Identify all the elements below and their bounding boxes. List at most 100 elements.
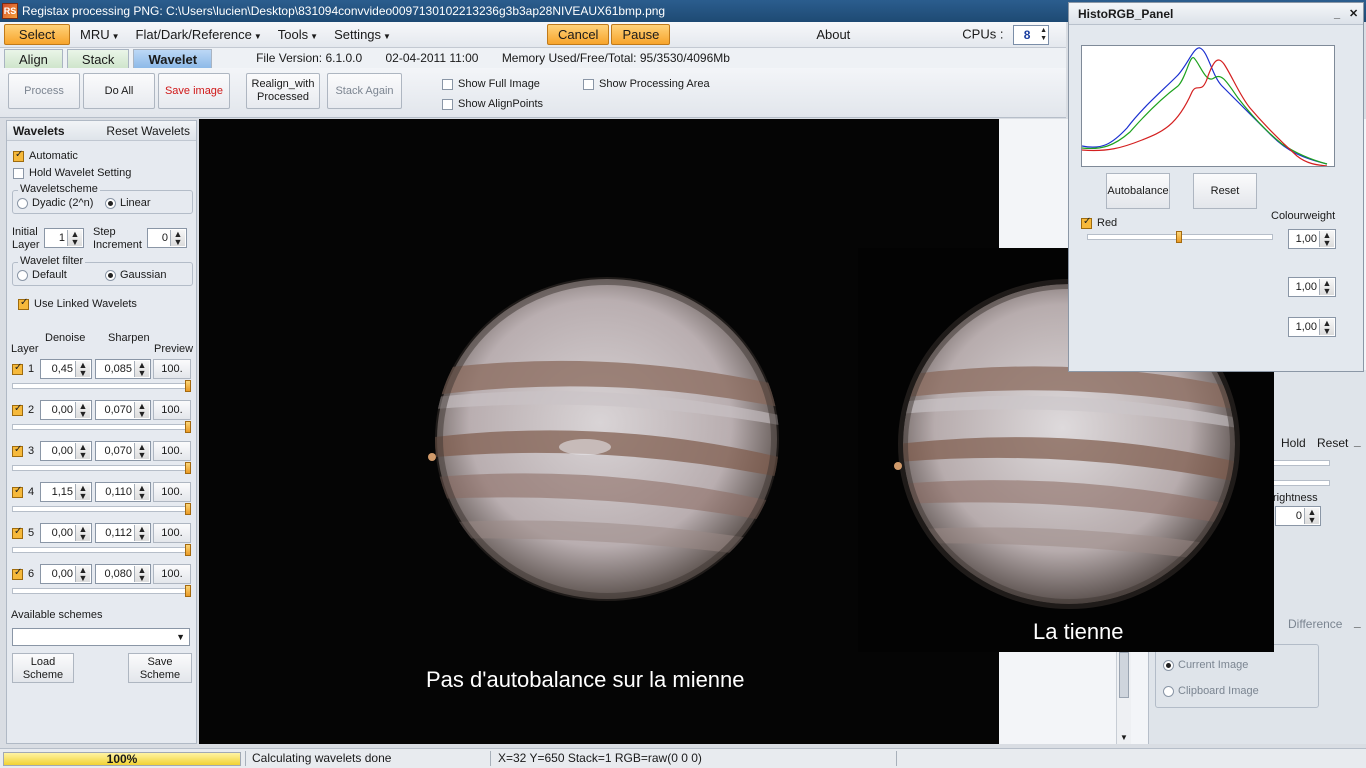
- sharpen-spinner[interactable]: 0,085 ▲ ▼: [95, 359, 151, 379]
- layer-6-toggle[interactable]: 6: [12, 567, 34, 580]
- sharpen-spinner[interactable]: 0,112 ▲ ▼: [95, 523, 151, 543]
- tab-stack[interactable]: Stack: [66, 49, 130, 68]
- histo-reset-button[interactable]: Reset: [1193, 173, 1257, 209]
- default-filter-option[interactable]: Default: [17, 269, 67, 281]
- spin-arrows-icon[interactable]: ▲ ▼: [67, 230, 82, 247]
- spin-arrows-icon[interactable]: ▲ ▼: [170, 230, 185, 247]
- slider-knob[interactable]: [185, 462, 191, 474]
- layer-1-toggle[interactable]: 1: [12, 362, 34, 375]
- cpus-spinner[interactable]: 8 ▲ ▼: [1013, 24, 1050, 45]
- denoise-spinner[interactable]: 1,15 ▲ ▼: [40, 482, 92, 502]
- layer-2-toggle[interactable]: 2: [12, 403, 34, 416]
- use-linked-wavelets-checkbox[interactable]: [18, 297, 29, 310]
- denoise-spinner[interactable]: 0,00 ▲ ▼: [40, 400, 92, 420]
- dyadic-option[interactable]: Dyadic (2^n): [17, 197, 93, 209]
- sharpen-spinner[interactable]: 0,110 ▲ ▼: [95, 482, 151, 502]
- colourweight-spinner-2[interactable]: 1,00 ▲ ▼: [1288, 277, 1336, 297]
- colourweight-spinner-3[interactable]: 1,00 ▲ ▼: [1288, 317, 1336, 337]
- clipboard-image-option[interactable]: Clipboard Image: [1163, 685, 1259, 697]
- right-slider-2[interactable]: [1272, 480, 1330, 486]
- right-slider-1[interactable]: [1272, 460, 1330, 466]
- save-image-button[interactable]: Save image: [158, 73, 230, 109]
- sharpen-spinner[interactable]: 0,080 ▲ ▼: [95, 564, 151, 584]
- cancel-button[interactable]: Cancel: [546, 24, 610, 45]
- spin-arrows-icon[interactable]: ▲ ▼: [1319, 319, 1334, 336]
- load-scheme-button[interactable]: Load Scheme: [12, 653, 74, 683]
- vertical-scrollbar[interactable]: ▼: [1116, 640, 1131, 744]
- about-menu[interactable]: About: [808, 25, 858, 44]
- show-alignpoints-option[interactable]: Show AlignPoints: [442, 98, 543, 110]
- step-increment-spinner[interactable]: 0 ▲ ▼: [147, 228, 187, 248]
- layer-3-toggle[interactable]: 3: [12, 444, 34, 457]
- spin-arrows-icon[interactable]: ▲ ▼: [134, 566, 149, 583]
- slider-knob[interactable]: [185, 544, 191, 556]
- spin-arrows-icon[interactable]: ▲ ▼: [134, 361, 149, 378]
- layer-checkbox[interactable]: [12, 567, 23, 580]
- preview-button[interactable]: 100.: [153, 400, 191, 420]
- menu-settings[interactable]: Settings ▼: [326, 25, 399, 44]
- colourweight-spinner-1[interactable]: 1,00 ▲ ▼: [1288, 229, 1336, 249]
- show-alignpoints-checkbox[interactable]: [442, 98, 453, 110]
- layer-checkbox[interactable]: [12, 526, 23, 539]
- default-filter-radio[interactable]: [17, 269, 28, 281]
- automatic-checkbox[interactable]: [13, 149, 24, 162]
- slider-knob[interactable]: [185, 380, 191, 392]
- select-button[interactable]: Select: [4, 24, 70, 45]
- slider-knob[interactable]: [1176, 231, 1182, 243]
- spin-arrows-icon[interactable]: ▲ ▼: [134, 484, 149, 501]
- layer-slider[interactable]: [12, 462, 191, 474]
- current-image-option[interactable]: Current Image: [1163, 659, 1248, 671]
- layer-checkbox[interactable]: [12, 485, 23, 498]
- spin-arrows-icon[interactable]: ▲ ▼: [1304, 508, 1319, 525]
- spin-arrows-icon[interactable]: ▲ ▼: [75, 484, 90, 501]
- realign-button[interactable]: Realign_with Processed: [246, 73, 320, 109]
- automatic-option[interactable]: Automatic: [13, 149, 78, 162]
- spin-arrows-icon[interactable]: ▲ ▼: [134, 402, 149, 419]
- spin-arrows-icon[interactable]: ▲ ▼: [75, 566, 90, 583]
- available-schemes-dropdown[interactable]: ▼: [12, 628, 190, 646]
- show-full-image-option[interactable]: Show Full Image: [442, 78, 540, 90]
- do-all-button[interactable]: Do All: [83, 73, 155, 109]
- menu-mru[interactable]: MRU ▼: [72, 25, 128, 44]
- tab-align[interactable]: Align: [4, 49, 63, 68]
- linear-option[interactable]: Linear: [105, 197, 151, 209]
- show-full-image-checkbox[interactable]: [442, 78, 453, 90]
- menu-tools[interactable]: Tools ▼: [270, 25, 326, 44]
- stack-again-button[interactable]: Stack Again: [327, 73, 402, 109]
- minimize-icon[interactable]: _: [1334, 3, 1340, 25]
- use-linked-wavelets-option[interactable]: Use Linked Wavelets: [18, 297, 137, 310]
- slider-knob[interactable]: [185, 585, 191, 597]
- red-channel-slider[interactable]: [1087, 231, 1273, 243]
- spin-arrows-icon[interactable]: ▲ ▼: [1319, 231, 1334, 248]
- layer-slider[interactable]: [12, 544, 191, 556]
- layer-4-toggle[interactable]: 4: [12, 485, 34, 498]
- denoise-spinner[interactable]: 0,00 ▲ ▼: [40, 441, 92, 461]
- spin-arrows-icon[interactable]: ▲ ▼: [1319, 279, 1334, 296]
- preview-button[interactable]: 100.: [153, 359, 191, 379]
- layer-5-toggle[interactable]: 5: [12, 526, 34, 539]
- layer-checkbox[interactable]: [12, 403, 23, 416]
- minimize-icon[interactable]: _: [1354, 615, 1361, 629]
- spin-arrows-icon[interactable]: ▲ ▼: [75, 361, 90, 378]
- slider-knob[interactable]: [185, 421, 191, 433]
- hold-wavelet-option[interactable]: Hold Wavelet Setting: [13, 167, 131, 179]
- preview-button[interactable]: 100.: [153, 564, 191, 584]
- linear-radio[interactable]: [105, 197, 116, 209]
- minimize-icon[interactable]: _: [1354, 434, 1361, 448]
- reset-wavelets-button[interactable]: Reset Wavelets: [106, 124, 190, 138]
- scroll-down-arrow-icon[interactable]: ▼: [1120, 733, 1128, 742]
- spin-arrows-icon[interactable]: ▲ ▼: [134, 525, 149, 542]
- clipboard-image-radio[interactable]: [1163, 685, 1174, 697]
- save-scheme-button[interactable]: Save Scheme: [128, 653, 192, 683]
- process-button[interactable]: Process: [8, 73, 80, 109]
- layer-slider[interactable]: [12, 585, 191, 597]
- layer-checkbox[interactable]: [12, 444, 23, 457]
- preview-button[interactable]: 100.: [153, 523, 191, 543]
- layer-slider[interactable]: [12, 421, 191, 433]
- layer-slider[interactable]: [12, 503, 191, 515]
- red-channel-option[interactable]: Red: [1081, 216, 1117, 229]
- layer-checkbox[interactable]: [12, 362, 23, 375]
- spin-arrows-icon[interactable]: ▲ ▼: [75, 402, 90, 419]
- slider-knob[interactable]: [185, 503, 191, 515]
- brightness-spinner[interactable]: 0 ▲ ▼: [1275, 506, 1321, 526]
